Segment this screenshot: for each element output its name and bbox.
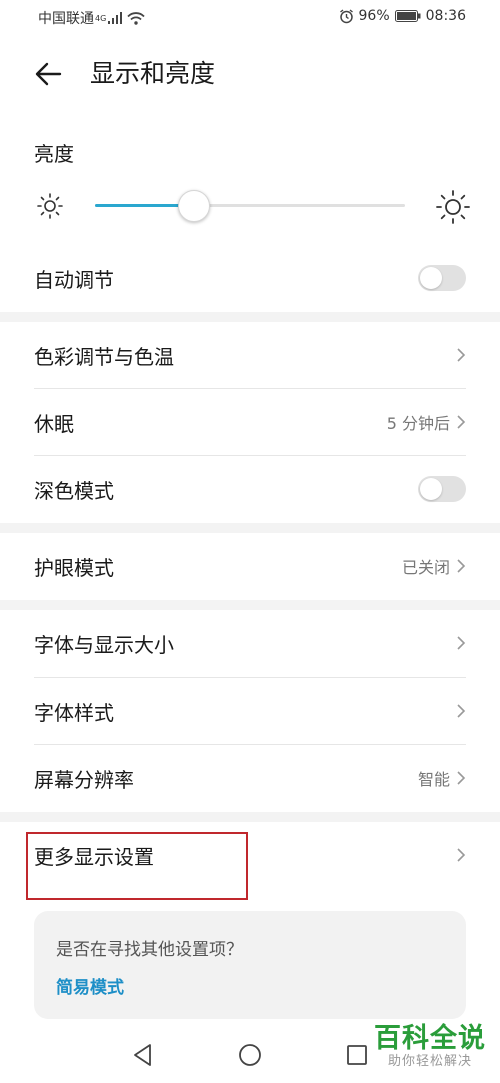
font-style-label: 字体样式 [34,700,114,725]
nav-recents-icon [347,1045,367,1065]
chevron-right-icon [457,771,466,785]
resolution-label: 屏幕分辨率 [34,767,134,792]
status-bar: 中国联通 4G 96% 08:36 [0,0,500,34]
auto-adjust-toggle[interactable] [418,265,466,291]
eye-comfort-value: 已关闭 [401,558,450,577]
sleep-row[interactable]: 休眠 5 分钟后 [34,389,466,455]
font-style-row[interactable]: 字体样式 [34,678,466,744]
chevron-right-icon [457,415,466,429]
brightness-slider[interactable] [95,190,405,222]
nav-home-button[interactable] [237,1042,263,1068]
font-size-row[interactable]: 字体与显示大小 [34,610,466,676]
page-title: 显示和亮度 [90,59,216,88]
resolution-row[interactable]: 屏幕分辨率 智能 [34,745,466,811]
brightness-label: 亮度 [34,142,74,166]
suggestion-card: 是否在寻找其他设置项？ 简易模式 [34,911,466,1019]
simple-mode-link[interactable]: 简易模式 [56,973,124,998]
chevron-right-icon [457,348,466,362]
signal-icon [108,12,123,24]
auto-adjust-label: 自动调节 [34,267,114,292]
chevron-right-icon [457,636,466,650]
nav-back-icon [134,1044,151,1066]
sleep-value: 5 分钟后 [386,414,450,433]
brightness-slider-row [30,186,470,226]
status-right: 96% 08:36 [339,8,466,24]
sun-bright-icon [436,190,470,224]
status-left: 中国联通 4G [38,8,145,28]
chevron-right-icon [457,559,466,573]
nav-recents-button[interactable] [344,1042,370,1068]
sleep-label: 休眠 [34,411,74,436]
eye-comfort-label: 护眼模式 [34,555,114,580]
wifi-icon [127,11,145,25]
sun-dim-icon [37,193,63,219]
watermark-title: 百科全说 [374,1023,486,1054]
alarm-icon [339,8,353,23]
color-temperature-row[interactable]: 色彩调节与色温 [34,322,466,388]
section-separator [0,523,500,533]
color-temperature-label: 色彩调节与色温 [34,344,174,369]
highlight-box [26,832,248,900]
section-separator [0,312,500,322]
battery-icon [394,10,421,22]
header: 显示和亮度 [0,48,500,100]
auto-adjust-row[interactable]: 自动调节 [34,245,466,311]
chevron-right-icon [457,704,466,718]
network-type: 4G [95,13,107,23]
dark-mode-toggle[interactable] [418,476,466,502]
font-size-label: 字体与显示大小 [34,632,174,657]
back-button[interactable] [30,56,66,92]
brightness-slider-thumb[interactable] [178,190,211,222]
resolution-value: 智能 [417,770,450,789]
watermark: 百科全说 助你轻松解决 [374,1024,486,1070]
back-arrow-icon [35,62,62,86]
dark-mode-label: 深色模式 [34,478,114,503]
dark-mode-row[interactable]: 深色模式 [34,456,466,522]
nav-home-icon [239,1044,261,1066]
watermark-subtitle: 助你轻松解决 [387,1054,472,1069]
section-separator [0,812,500,822]
carrier-name: 中国联通 [38,11,94,27]
clock: 08:36 [425,8,466,24]
battery-percent: 96% [358,8,390,24]
suggestion-question: 是否在寻找其他设置项？ [56,940,243,960]
section-separator [0,600,500,610]
chevron-right-icon [457,848,466,862]
eye-comfort-row[interactable]: 护眼模式 已关闭 [34,533,466,599]
nav-back-button[interactable] [130,1042,156,1068]
